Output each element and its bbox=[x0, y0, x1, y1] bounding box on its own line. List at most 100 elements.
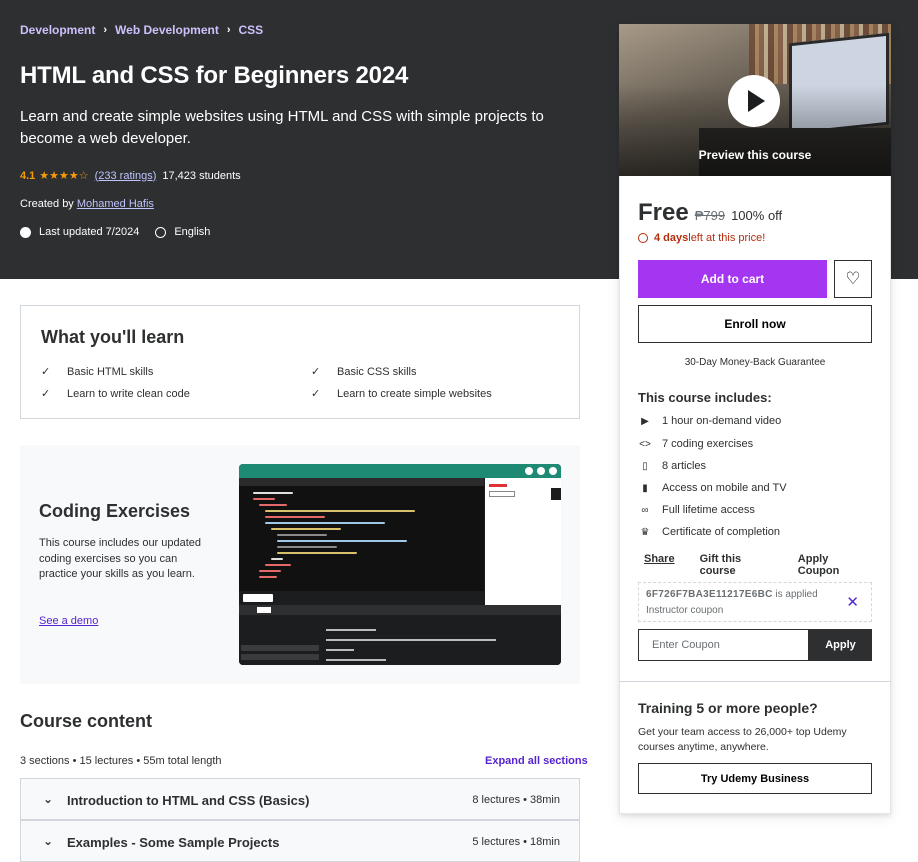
price-timer: 4 days left at this price! bbox=[638, 232, 765, 244]
window-titlebar bbox=[239, 464, 561, 478]
what-youll-learn: What you'll learn ✓ Basic HTML skills ✓ … bbox=[20, 305, 580, 419]
expand-all-sections-button[interactable]: Expand all sections bbox=[485, 755, 588, 767]
coding-exercises: Coding Exercises This course includes ou… bbox=[20, 445, 580, 684]
coupon-type: Instructor coupon bbox=[646, 605, 724, 616]
includes-title: This course includes: bbox=[638, 390, 772, 405]
instructor-link[interactable]: Mohamed Hafis bbox=[77, 198, 154, 210]
students-count: 17,423 students bbox=[162, 169, 241, 182]
sidebar-links: Share Gift this course Apply Coupon bbox=[644, 553, 891, 577]
section-title: Examples - Some Sample Projects bbox=[67, 835, 280, 850]
learn-title: What you'll learn bbox=[41, 327, 185, 347]
gift-course-button[interactable]: Gift this course bbox=[700, 553, 773, 577]
add-to-cart-button[interactable]: Add to cart bbox=[638, 260, 827, 298]
alert-badge-icon bbox=[20, 226, 31, 238]
coupon-applied-text: is applied bbox=[772, 589, 818, 600]
wishlist-button[interactable]: ♡ bbox=[834, 260, 872, 298]
course-language: English bbox=[174, 226, 211, 238]
include-item: ▯ 8 articles bbox=[638, 460, 706, 472]
course-content-meta: 3 sections • 15 lectures • 55m total len… bbox=[20, 755, 222, 767]
code-icon: <> bbox=[639, 438, 651, 450]
mobile-icon: ▮ bbox=[642, 482, 648, 494]
divider bbox=[619, 681, 891, 682]
alarm-clock-icon bbox=[638, 233, 648, 243]
article-icon: ▯ bbox=[642, 460, 648, 472]
star-rating-icon: ★★★★☆ bbox=[39, 170, 89, 182]
apply-coupon-button[interactable]: Apply Coupon bbox=[798, 553, 866, 577]
window-dot-icon bbox=[549, 467, 557, 475]
discount-percent: 100% off bbox=[731, 208, 783, 223]
heart-icon: ♡ bbox=[845, 269, 861, 288]
business-description: Get your team access to 26,000+ top Udem… bbox=[638, 726, 847, 753]
globe-icon bbox=[155, 226, 167, 238]
enroll-now-button[interactable]: Enroll now bbox=[638, 305, 872, 343]
learn-item: ✓ Basic CSS skills bbox=[311, 365, 417, 379]
include-text: 7 coding exercises bbox=[662, 438, 754, 450]
breadcrumb-development[interactable]: Development bbox=[20, 23, 95, 37]
chevron-down-icon: ⌄ bbox=[43, 834, 54, 848]
money-back-guarantee: 30-Day Money-Back Guarantee bbox=[684, 357, 826, 368]
play-icon[interactable] bbox=[728, 75, 780, 127]
try-udemy-business-button[interactable]: Try Udemy Business bbox=[638, 763, 872, 794]
chevron-right-icon: › bbox=[226, 24, 231, 36]
learn-item: ✓ Learn to write clean code bbox=[41, 387, 190, 401]
check-icon: ✓ bbox=[311, 388, 321, 400]
preview-pane bbox=[485, 478, 561, 605]
check-icon: ✓ bbox=[41, 388, 51, 400]
price-row: Free ₱799 100% off bbox=[638, 199, 782, 227]
current-price: Free bbox=[638, 199, 689, 226]
test-cases bbox=[239, 615, 321, 665]
include-text: 1 hour on-demand video bbox=[662, 415, 782, 427]
business-title: Training 5 or more people? bbox=[638, 700, 818, 716]
editor-tabs bbox=[239, 478, 484, 486]
share-button[interactable]: Share bbox=[644, 553, 675, 577]
infinity-icon: ∞ bbox=[641, 504, 649, 516]
course-subtitle: Learn and create simple websites using H… bbox=[20, 108, 544, 147]
coding-description: This course includes our updated coding … bbox=[39, 537, 202, 580]
course-section[interactable]: ⌄ Examples - Some Sample Projects 5 lect… bbox=[20, 820, 580, 862]
coding-title: Coding Exercises bbox=[39, 501, 191, 521]
include-text: Certificate of completion bbox=[662, 526, 780, 538]
coupon-input[interactable] bbox=[638, 629, 809, 661]
preview-course-label: Preview this course bbox=[698, 148, 812, 162]
rating-row: 4.1 ★★★★☆ (233 ratings) 17,423 students bbox=[20, 169, 241, 183]
course-content-title: Course content bbox=[20, 711, 153, 731]
learn-item-text: Basic HTML skills bbox=[67, 365, 154, 378]
created-by: Created by Mohamed Hafis bbox=[20, 198, 154, 210]
breadcrumb: Development › Web Development › CSS bbox=[20, 23, 263, 37]
course-section[interactable]: ⌄ Introduction to HTML and CSS (Basics) … bbox=[20, 778, 580, 820]
coding-exercise-screenshot bbox=[239, 464, 561, 665]
ratings-count-link[interactable]: (233 ratings) bbox=[95, 170, 157, 182]
learn-item-text: Learn to create simple websites bbox=[337, 387, 492, 400]
applied-coupon: 6F726F7BA3E11217E6BC is applied Instruct… bbox=[638, 582, 872, 622]
include-item: ♛ Certificate of completion bbox=[638, 526, 780, 538]
section-info: 8 lectures • 38min bbox=[472, 794, 560, 806]
course-preview-video[interactable]: Preview this course bbox=[619, 24, 891, 176]
include-text: Access on mobile and TV bbox=[662, 482, 787, 494]
check-icon: ✓ bbox=[311, 366, 321, 378]
learn-item-text: Basic CSS skills bbox=[337, 365, 417, 378]
course-meta: Last updated 7/2024 English bbox=[20, 226, 210, 238]
section-info: 5 lectures • 18min bbox=[472, 836, 560, 848]
include-text: 8 articles bbox=[662, 460, 707, 472]
video-icon: ▶ bbox=[641, 415, 649, 427]
purchase-sidebar: Preview this course Free ₱799 100% off 4… bbox=[619, 24, 891, 814]
timer-days: 4 days bbox=[654, 232, 689, 244]
page-title: HTML and CSS for Beginners 2024 bbox=[20, 62, 409, 89]
breadcrumb-web-development[interactable]: Web Development bbox=[115, 23, 219, 37]
include-item: ▮ Access on mobile and TV bbox=[638, 482, 787, 494]
window-dot-icon bbox=[525, 467, 533, 475]
user-logs bbox=[322, 615, 561, 665]
created-by-label: Created by bbox=[20, 198, 74, 210]
include-item: ▶ 1 hour on-demand video bbox=[638, 415, 781, 427]
see-demo-link[interactable]: See a demo bbox=[39, 615, 98, 627]
timer-text: left at this price! bbox=[688, 232, 766, 244]
apply-button[interactable]: Apply bbox=[809, 629, 872, 661]
chevron-down-icon: ⌄ bbox=[43, 792, 54, 806]
close-icon[interactable]: ✕ bbox=[846, 593, 859, 611]
last-updated: Last updated 7/2024 bbox=[39, 226, 140, 238]
trophy-icon: ♛ bbox=[640, 526, 650, 538]
result-bar bbox=[239, 605, 561, 615]
include-item: ∞ Full lifetime access bbox=[638, 504, 755, 516]
window-dot-icon bbox=[537, 467, 545, 475]
breadcrumb-css[interactable]: CSS bbox=[239, 23, 264, 37]
